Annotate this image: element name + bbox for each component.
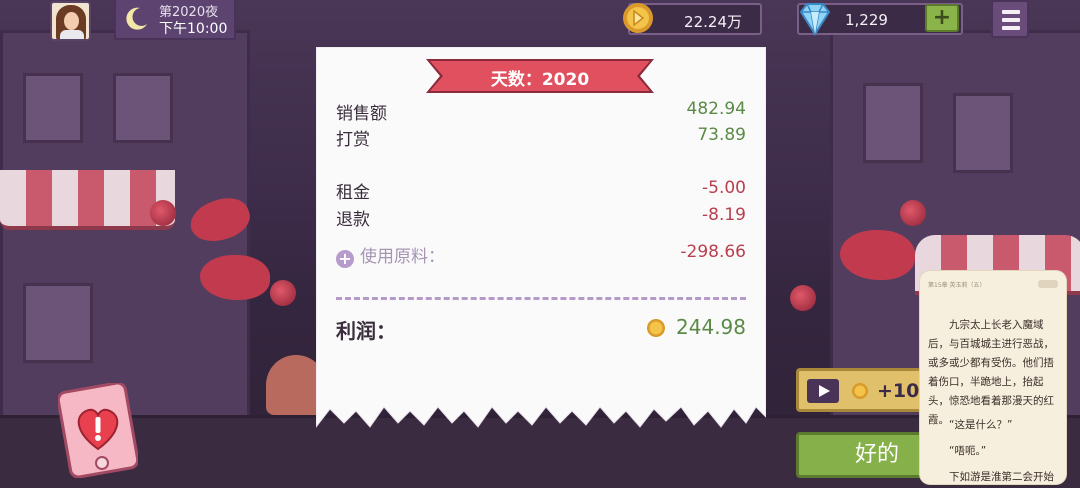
- coin-amount: 22.24万: [684, 13, 742, 31]
- reader-header-button[interactable]: [1038, 280, 1058, 288]
- rose: [270, 280, 296, 306]
- refund-value: -8.19: [702, 205, 746, 225]
- coin-icon: [852, 383, 868, 399]
- striped-awning: [0, 170, 175, 230]
- sales-label: 销售额: [336, 104, 387, 124]
- coin-icon: [647, 319, 665, 337]
- expand-plus-icon[interactable]: +: [336, 250, 354, 268]
- sales-row: 销售额 482.94: [336, 99, 746, 124]
- window: [113, 73, 173, 143]
- reader-paragraph: “这是什么？”: [949, 419, 1013, 431]
- rose: [150, 200, 176, 226]
- add-gems-button[interactable]: +: [925, 4, 959, 32]
- profit-label: 利润：: [336, 319, 396, 343]
- tips-label: 打赏: [336, 130, 370, 150]
- night-counter-panel: 第2020夜 下午10:00: [114, 0, 236, 40]
- flower-leaf: [840, 230, 915, 280]
- menu-icon-bar: [1002, 18, 1020, 22]
- rent-value: -5.00: [702, 178, 746, 198]
- rent-row: 租金 -5.00: [336, 178, 746, 203]
- window: [23, 73, 83, 143]
- menu-icon-bar: [1002, 10, 1020, 14]
- profit-row: 利润： 244.98: [336, 315, 746, 343]
- player-avatar[interactable]: [50, 1, 91, 41]
- ad-reward-amount: +10: [877, 380, 920, 402]
- daily-receipt: 天数：2020 销售额 482.94 打赏 73.89 租金 -5.00 退款 …: [316, 47, 766, 432]
- sales-value: 482.94: [686, 99, 746, 119]
- heart-phone-icon[interactable]: [58, 383, 138, 478]
- video-play-icon: [807, 379, 839, 403]
- tips-value: 73.89: [697, 125, 746, 145]
- window: [953, 93, 1013, 173]
- reader-header: 第15章 英玉莉（五）: [928, 280, 1058, 300]
- menu-icon-bar: [1002, 26, 1020, 30]
- avatar-shirt: [60, 30, 84, 39]
- novel-reader-overlay[interactable]: 第15章 英玉莉（五） 九宗太上长老入魔域后，与百城城主进行恶战，或多或少都有受…: [920, 271, 1066, 484]
- rose: [790, 285, 816, 311]
- chapter-title: 第15章 英玉莉（五）: [928, 282, 986, 289]
- gem-amount: 1,229: [845, 11, 888, 29]
- menu-button[interactable]: [991, 0, 1029, 38]
- moon-icon: [126, 7, 147, 30]
- refund-row: 退款 -8.19: [336, 205, 746, 230]
- ingredients-expand[interactable]: + 使用原料：: [336, 242, 445, 268]
- tips-row: 打赏 73.89: [336, 125, 746, 150]
- profit-value: 244.98: [676, 315, 746, 339]
- reader-paragraph: 九宗太上长老入魔域后，与百城城主进行恶战，或多或少都有受伤。他们捂着伤口，半跪地…: [928, 319, 1054, 426]
- diamond-icon: [799, 3, 831, 36]
- ingredients-value: -298.66: [680, 242, 746, 262]
- ok-button[interactable]: 好的: [796, 432, 936, 478]
- reader-paragraph: “唔呃。”: [949, 445, 987, 457]
- day-ribbon: 天数：2020: [426, 57, 654, 95]
- game-time: 下午10:00: [159, 21, 228, 37]
- watch-ad-reward-button[interactable]: +10: [796, 368, 936, 412]
- avatar-face: [64, 12, 79, 30]
- flower-leaf: [200, 255, 270, 300]
- ingredients-label: 使用原料：: [360, 247, 445, 267]
- window: [23, 283, 93, 363]
- coin-icon: [623, 3, 653, 33]
- rose: [900, 200, 926, 226]
- refund-label: 退款: [336, 210, 370, 230]
- dashed-divider: [336, 297, 746, 300]
- day-title: 天数：2020: [490, 70, 590, 90]
- reader-paragraph: 下如游是淮第二会开始: [949, 471, 1054, 483]
- window: [863, 83, 923, 163]
- ingredients-row[interactable]: + 使用原料： -298.66: [336, 242, 746, 268]
- rent-label: 租金: [336, 183, 370, 203]
